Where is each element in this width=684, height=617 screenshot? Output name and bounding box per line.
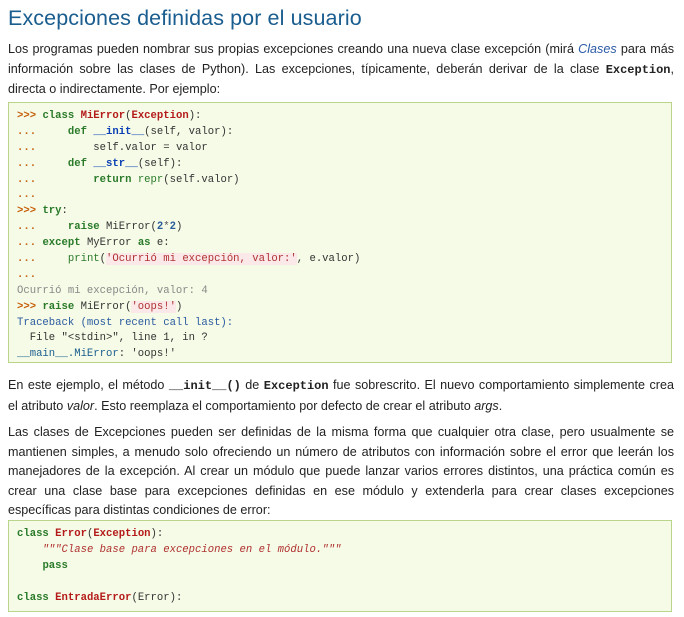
code-line: class EntradaError(Error): (17, 591, 183, 604)
para2-text-2: de (240, 378, 264, 392)
code-line: >>> class MiError(Exception): (17, 110, 202, 122)
para2-text-1: En este ejemplo, el método (8, 378, 169, 392)
code-line: """Clase base para excepciones en el mód… (42, 543, 342, 556)
traceback-line: File "<stdin>", line 1, in ? (17, 332, 208, 345)
code-line: ... self.valor = valor (17, 141, 208, 154)
exception-inline-code: Exception (605, 62, 671, 77)
code-line: ... raise MiError(2*2) (17, 221, 183, 234)
para2-text-4: . Esto reemplaza el comportamiento por d… (94, 398, 475, 413)
code-output-line: Ocurrió mi excepción, valor: 4 (17, 284, 208, 297)
code-line: ... print('Ocurrió mi excepción, valor:'… (17, 253, 361, 266)
code-line: class Error(Exception): (17, 528, 164, 540)
exception-inline-code-2: Exception (263, 379, 329, 393)
traceback-line: __main__.MiError: 'oops!' (17, 348, 176, 361)
code-line: >>> try: (17, 205, 68, 218)
code-line: ... (17, 268, 37, 281)
base-class-paragraph: Las clases de Excepciones pueden ser def… (8, 425, 674, 518)
para2-text-5: . (498, 398, 503, 413)
valor-emphasis: valor (66, 398, 95, 413)
code-line: ... def __str__(self): (17, 157, 183, 170)
code-block-base-class: class Error(Exception): """Clase base pa… (8, 520, 672, 612)
intro-text-1: Los programas pueden nombrar sus propias… (8, 42, 579, 56)
explanation-paragraph: En este ejemplo, el método __init__() de… (8, 376, 674, 416)
code-line: ... def __init__(self, valor): (17, 125, 234, 138)
init-inline-code: __init__() (168, 379, 241, 393)
code-line: >>> raise MiError('oops!') (17, 300, 183, 313)
args-emphasis: args (474, 398, 499, 413)
page-title: Excepciones definidas por el usuario (8, 6, 362, 30)
clases-link[interactable]: Clases (578, 42, 617, 56)
code-line: pass (42, 559, 68, 572)
traceback-line: Traceback (most recent call last): (17, 316, 234, 329)
code-line: ... except MyError as e: (17, 237, 170, 250)
intro-paragraph: Los programas pueden nombrar sus propias… (8, 40, 674, 100)
code-line: ... (17, 189, 37, 202)
code-line: ... return repr(self.valor) (17, 173, 240, 186)
code-block-example: >>> class MiError(Exception): ... def __… (8, 102, 672, 363)
